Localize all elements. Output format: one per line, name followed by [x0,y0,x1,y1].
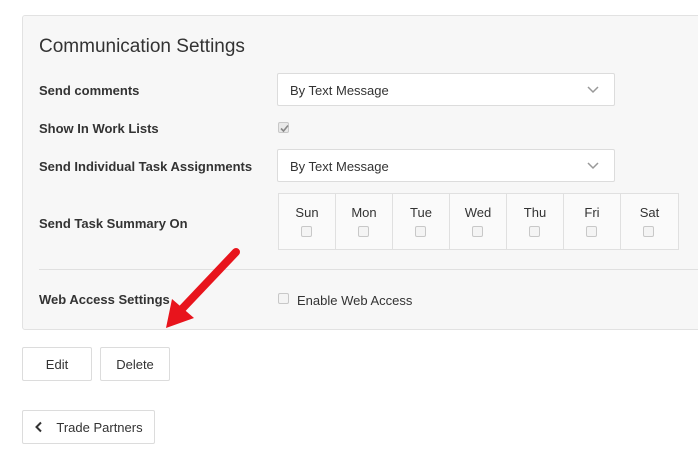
day-checkbox-sat[interactable] [643,226,654,237]
day-tue: Tue [393,194,450,249]
day-label: Tue [410,205,432,220]
day-label: Sat [639,205,660,220]
panel-title: Communication Settings [39,36,245,57]
chevron-left-icon [35,421,43,433]
send-comments-value: By Text Message [290,83,389,98]
checkmark-icon [280,124,289,133]
day-label: Mon [351,205,377,220]
day-checkbox-fri[interactable] [586,226,597,237]
trade-partners-back-button[interactable]: Trade Partners [22,410,155,444]
day-checkbox-thu[interactable] [529,226,540,237]
day-label: Sun [295,205,319,220]
day-wed: Wed [450,194,507,249]
show-in-work-lists-checkbox[interactable] [278,122,289,133]
day-label: Thu [523,205,547,220]
task-summary-label: Send Task Summary On [39,216,188,231]
send-individual-label: Send Individual Task Assignments [39,159,253,174]
day-sat: Sat [621,194,678,249]
communication-settings-panel: Communication Settings Send comments By … [22,15,698,330]
send-comments-select[interactable]: By Text Message [277,73,615,106]
red-arrow-icon [166,248,240,328]
day-mon: Mon [336,194,393,249]
day-label: Wed [464,205,492,220]
show-in-work-lists-label: Show In Work Lists [39,121,159,136]
day-fri: Fri [564,194,621,249]
day-label: Fri [584,205,600,220]
edit-button[interactable]: Edit [22,347,92,381]
day-checkbox-tue[interactable] [415,226,426,237]
send-individual-select[interactable]: By Text Message [277,149,615,182]
day-thu: Thu [507,194,564,249]
day-selector: Sun Mon Tue Wed Thu Fri Sat [278,193,679,250]
day-checkbox-wed[interactable] [472,226,483,237]
chevron-down-icon [587,162,599,170]
chevron-down-icon [587,86,599,94]
send-individual-value: By Text Message [290,159,389,174]
enable-web-access-checkbox[interactable] [278,293,289,304]
trade-partners-label: Trade Partners [56,419,143,435]
section-divider [39,269,698,270]
enable-web-access-label: Enable Web Access [297,293,413,308]
delete-button[interactable]: Delete [100,347,170,381]
day-checkbox-mon[interactable] [358,226,369,237]
day-checkbox-sun[interactable] [301,226,312,237]
day-sun: Sun [279,194,336,249]
web-access-label: Web Access Settings [39,292,170,307]
send-comments-label: Send comments [39,83,140,98]
